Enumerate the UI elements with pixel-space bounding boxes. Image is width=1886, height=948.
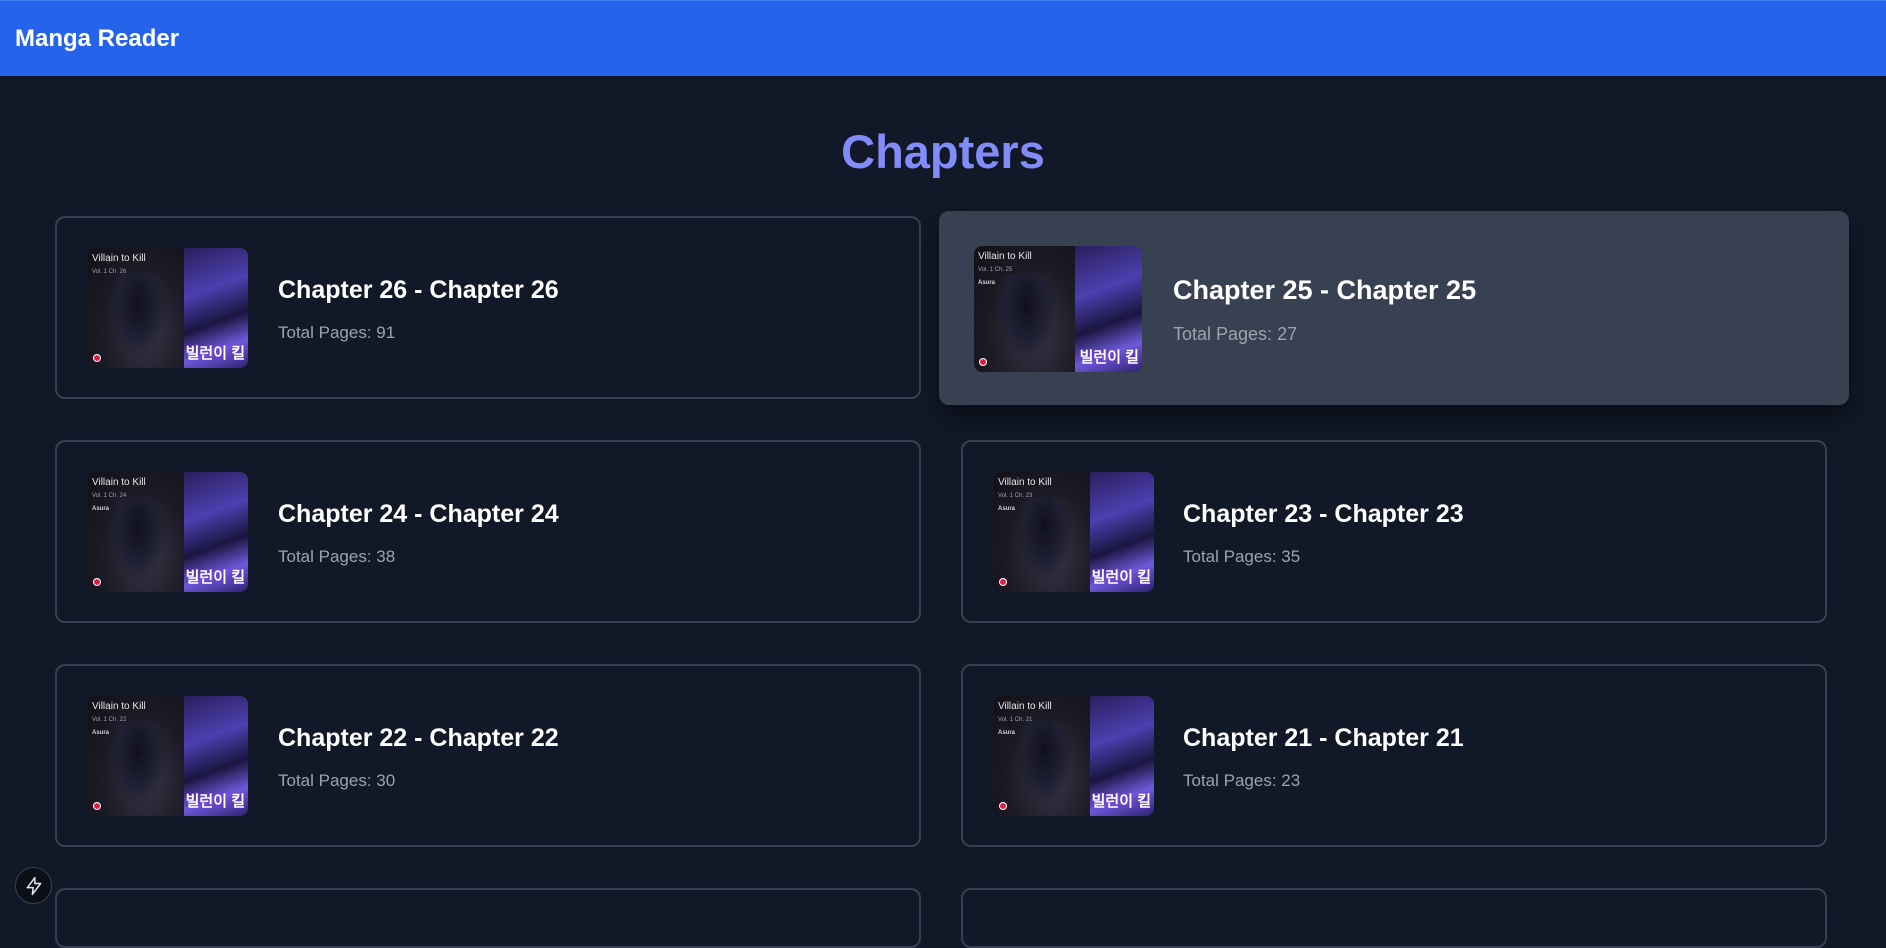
thumbnail-title: Villain to Kill — [978, 251, 1032, 262]
chapter-page-count: Total Pages: 27 — [1173, 324, 1298, 344]
thumbnail-volume: Vol. 1 Ch. 23 — [998, 493, 1033, 499]
chapter-thumbnail: Villain to Kill Vol. 1 Ch. 21 Asura 빌런이 … — [994, 696, 1154, 816]
thumbnail-title: Villain to Kill — [92, 253, 146, 264]
thumbnail-korean-title: 빌런이 킬 — [185, 569, 245, 586]
chapter-card-21[interactable]: Villain to Kill Vol. 1 Ch. 21 Asura 빌런이 … — [961, 664, 1827, 847]
chapter-title: Chapter 24 - Chapter 24 — [278, 500, 559, 528]
publisher-logo-icon — [93, 354, 101, 362]
thumbnail-volume: Vol. 1 Ch. 25 — [978, 267, 1013, 273]
thumbnail-author: Asura — [998, 730, 1016, 736]
page-title: Chapters — [841, 125, 1045, 178]
app-title[interactable]: Manga Reader — [15, 25, 179, 53]
chapter-title: Chapter 23 - Chapter 23 — [1183, 500, 1464, 528]
thumbnail-title: Villain to Kill — [998, 477, 1052, 488]
chapter-card-24[interactable]: Villain to Kill Vol. 1 Ch. 24 Asura 빌런이 … — [55, 440, 921, 623]
publisher-logo-icon — [999, 802, 1007, 810]
chapter-thumbnail: Villain to Kill Vol. 1 Ch. 23 Asura 빌런이 … — [994, 472, 1154, 592]
thumbnail-title: Villain to Kill — [92, 701, 146, 712]
thumbnail-volume: Vol. 1 Ch. 21 — [998, 717, 1033, 723]
chapter-page-count: Total Pages: 38 — [278, 547, 396, 566]
chapter-page-count: Total Pages: 91 — [278, 323, 396, 342]
thumbnail-volume: Vol. 1 Ch. 26 — [92, 269, 127, 275]
thumbnail-volume: Vol. 1 Ch. 22 — [92, 717, 127, 723]
thumbnail-title: Villain to Kill — [998, 701, 1052, 712]
lightning-bolt-icon — [26, 876, 41, 895]
chapter-card-25[interactable]: Villain to Kill Vol. 1 Ch. 25 Asura 빌런이 … — [939, 211, 1849, 405]
publisher-logo-icon — [979, 358, 987, 366]
floating-action-button[interactable] — [15, 867, 52, 904]
chapter-page-count: Total Pages: 23 — [1183, 771, 1301, 790]
publisher-logo-icon — [93, 802, 101, 810]
chapter-card-partial-left[interactable] — [55, 888, 921, 948]
thumbnail-author: Asura — [978, 280, 996, 286]
thumbnail-author: Asura — [92, 506, 110, 512]
thumbnail-author: Asura — [92, 730, 110, 736]
chapter-title: Chapter 26 - Chapter 26 — [278, 276, 559, 304]
chapter-title: Chapter 25 - Chapter 25 — [1173, 275, 1477, 305]
thumbnail-korean-title: 빌런이 킬 — [185, 793, 245, 810]
thumbnail-korean-title: 빌런이 킬 — [1079, 349, 1139, 366]
thumbnail-volume: Vol. 1 Ch. 24 — [92, 493, 127, 499]
thumbnail-korean-title: 빌런이 킬 — [1091, 569, 1151, 586]
chapter-card-23[interactable]: Villain to Kill Vol. 1 Ch. 23 Asura 빌런이 … — [961, 440, 1827, 623]
thumbnail-korean-title: 빌런이 킬 — [185, 345, 245, 362]
publisher-logo-icon — [999, 578, 1007, 586]
chapter-thumbnail: Villain to Kill Vol. 1 Ch. 24 Asura 빌런이 … — [88, 472, 248, 592]
chapter-card-26[interactable]: Villain to Kill Vol. 1 Ch. 26 빌런이 킬 Chap… — [55, 216, 921, 399]
chapter-title: Chapter 22 - Chapter 22 — [278, 724, 559, 752]
thumbnail-author: Asura — [998, 506, 1016, 512]
thumbnail-title: Villain to Kill — [92, 477, 146, 488]
chapter-card-22[interactable]: Villain to Kill Vol. 1 Ch. 22 Asura 빌런이 … — [55, 664, 921, 847]
chapter-thumbnail: Villain to Kill Vol. 1 Ch. 22 Asura 빌런이 … — [88, 696, 248, 816]
chapter-title: Chapter 21 - Chapter 21 — [1183, 724, 1464, 752]
chapter-page-count: Total Pages: 30 — [278, 771, 396, 790]
publisher-logo-icon — [93, 578, 101, 586]
top-nav-bar: Manga Reader — [0, 0, 1886, 76]
chapter-thumbnail: Villain to Kill Vol. 1 Ch. 26 빌런이 킬 — [88, 248, 248, 368]
chapter-thumbnail: Villain to Kill Vol. 1 Ch. 25 Asura 빌런이 … — [974, 246, 1142, 372]
chapter-page-count: Total Pages: 35 — [1183, 547, 1301, 566]
thumbnail-korean-title: 빌런이 킬 — [1091, 793, 1151, 810]
chapter-card-partial-right[interactable] — [961, 888, 1827, 948]
